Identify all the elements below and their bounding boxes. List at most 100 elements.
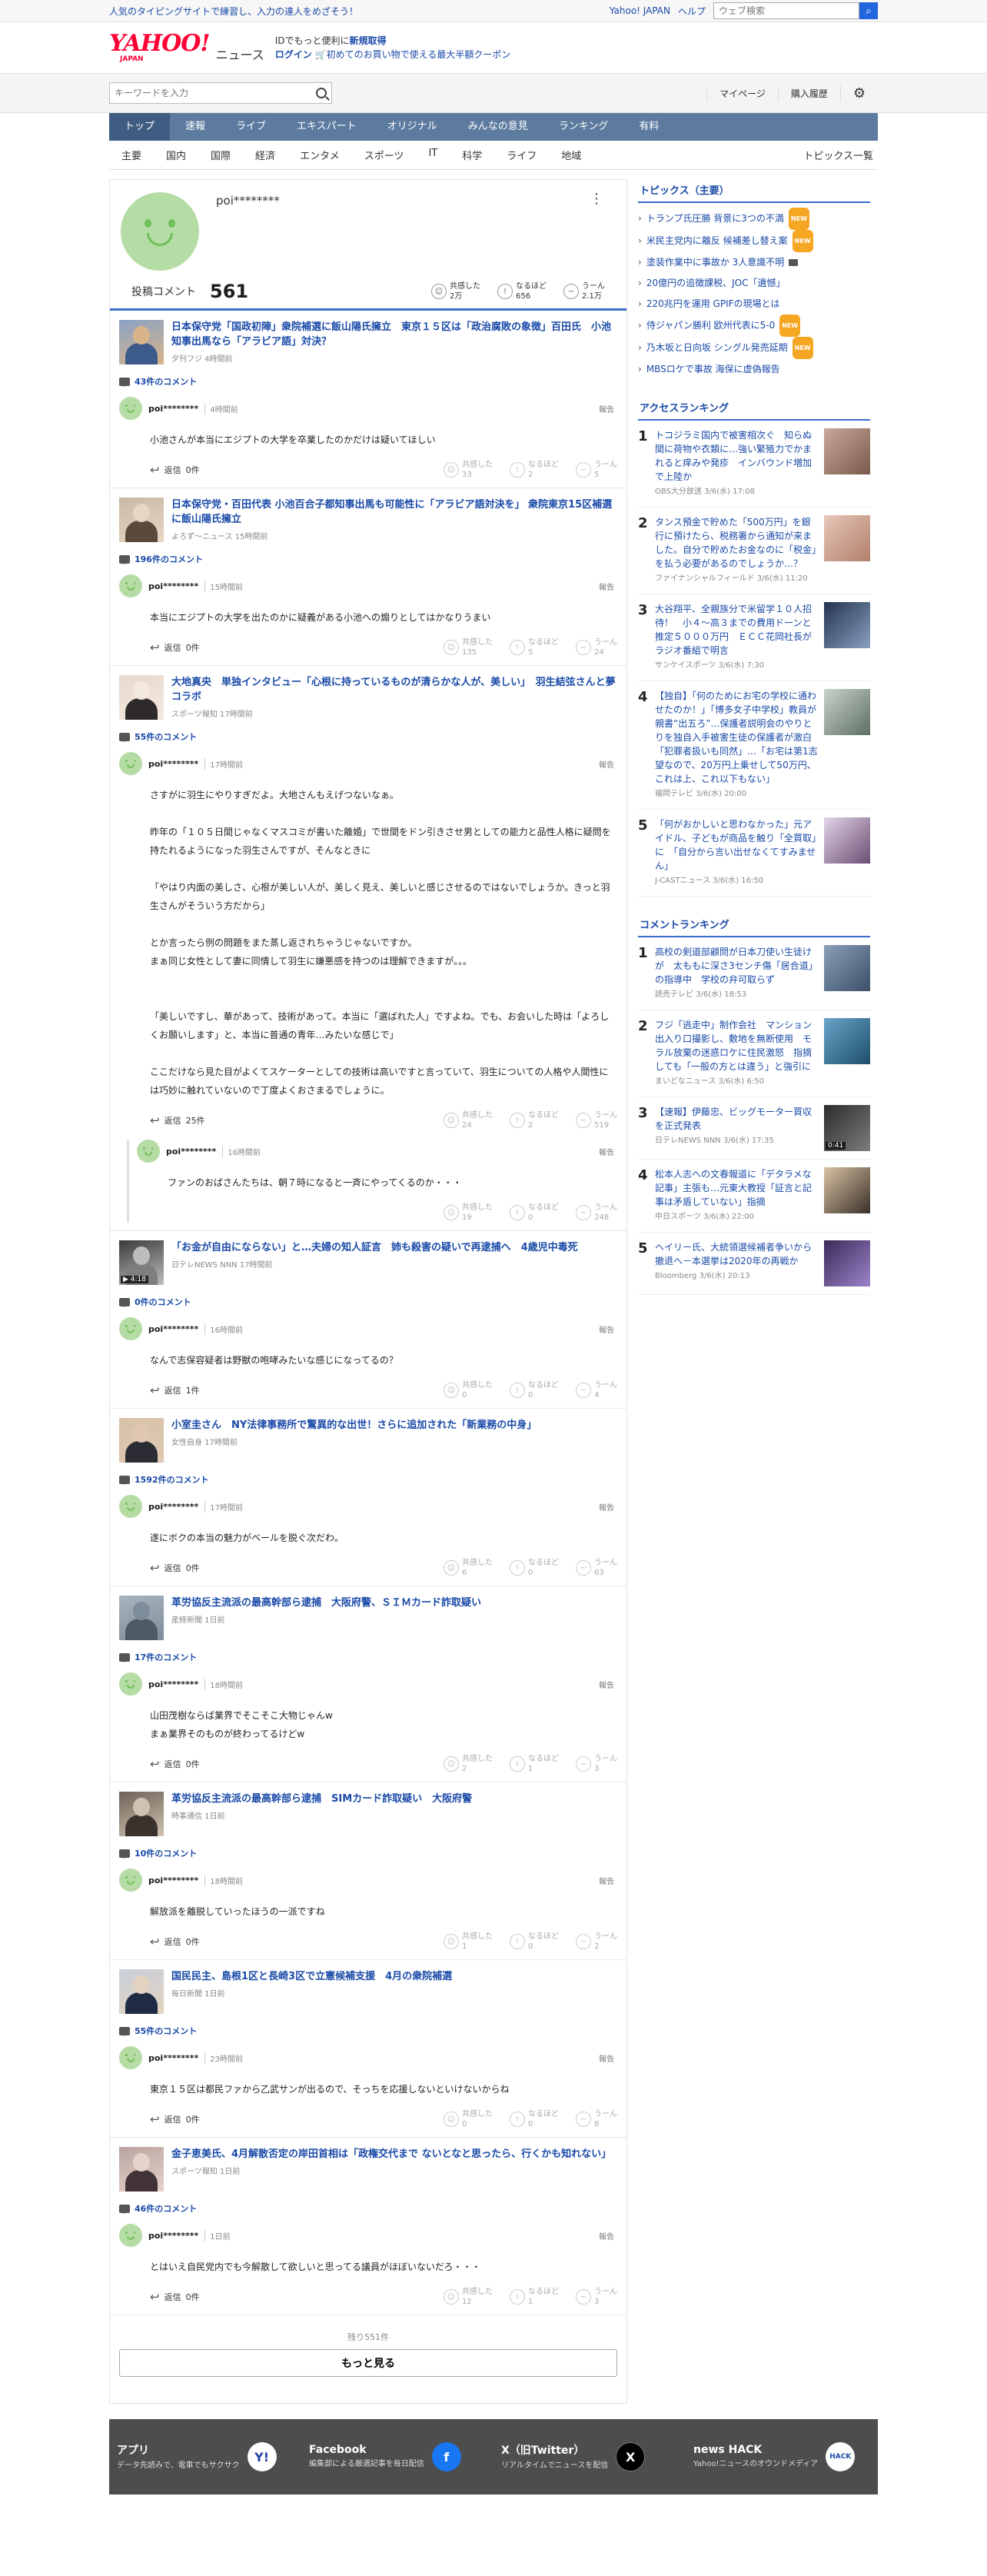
reply-button[interactable]: ↩ 返信 0件 [150, 1561, 200, 1575]
comment-count-link[interactable]: 46件のコメント [119, 2202, 617, 2215]
ranking-thumbnail[interactable] [824, 602, 870, 648]
ranking-title[interactable]: フジ「逃走中」制作会社 マンション出入り口撮影し、敷地を無断使用 モラル放棄の迷… [655, 1018, 818, 1073]
yahoo-news-logo[interactable]: YAHOO! JAPAN ニュース [109, 32, 264, 64]
web-search-input[interactable] [713, 2, 859, 19]
keyword-input[interactable] [115, 88, 316, 98]
ranking-item[interactable]: 5 ヘイリー氏、大統領選候補者争いから撤退へ－本選挙は2020年の再戦か Bloom… [638, 1233, 870, 1295]
comment-count-link[interactable]: 10件のコメント [119, 1847, 617, 1859]
topics-list-link[interactable]: トピックス一覧 [803, 148, 878, 162]
article-link[interactable]: 日本保守党・百田代表 小池百合子都知事出馬も可能性に「アラビア語対決を」 衆院東… [119, 498, 617, 542]
reply-button[interactable]: ↩ 返信 1件 [150, 1383, 200, 1397]
ranking-title[interactable]: 【独自】「何のためにお宅の学校に通わせたのか！」「博多女子中学校」教員が親書“出… [655, 689, 818, 786]
naruhodo-button[interactable]: ! なるほど 1 [510, 1754, 559, 1774]
subnav-item[interactable]: 経済 [243, 148, 287, 162]
article-link[interactable]: 革労協反主流派の最高幹部ら逮捕 大阪府警、ＳＩＭカード詐取疑い 産経新聞 1日前 [119, 1596, 617, 1640]
purchase-history-link[interactable]: 購入履歴 [777, 86, 840, 100]
report-link[interactable]: 報告 [599, 1875, 614, 1886]
empathy-button[interactable]: ☺ 共感した 135 [444, 637, 493, 657]
topic-link[interactable]: 20億円の追徴課税、JOC「遺憾」 [638, 273, 870, 294]
ranking-item[interactable]: 1 高校の剣道部顧問が日本刀使い生徒けが 太ももに深さ3センチ傷「居合道」の指導中… [638, 937, 870, 1010]
ranking-title[interactable]: 松本人志への文春報道に「デタラメな記事」主張も…元東大教授「証言と記事は矛盾して… [655, 1167, 818, 1209]
comment-username[interactable]: poi******** [148, 404, 198, 414]
article-title[interactable]: 大地真央 単独インタビュー「心根に持っているものが清らかな人が、美しい」 羽生結… [171, 675, 617, 704]
more-menu-icon[interactable]: ⋮ [590, 191, 603, 207]
ranking-thumbnail[interactable] [824, 1018, 870, 1064]
article-thumbnail[interactable] [119, 1792, 164, 1836]
hmm-button[interactable]: ~ うーん 8 [576, 2109, 617, 2129]
naruhodo-button[interactable]: ! なるほど 0 [510, 1203, 559, 1223]
subnav-item[interactable]: IT [416, 148, 450, 162]
report-link[interactable]: 報告 [599, 758, 614, 770]
ranking-item[interactable]: 4 松本人志への文春報道に「デタラメな記事」主張も…元東大教授「証言と記事は矛盾し… [638, 1160, 870, 1233]
load-more-button[interactable]: もっと見る [119, 2349, 617, 2377]
empathy-button[interactable]: ☺ 共感した 6 [444, 1558, 493, 1578]
empathy-button[interactable]: ☺ 共感した 12 [444, 2287, 493, 2307]
article-title[interactable]: 「お金が自由にならない」と…夫婦の知人証言 姉も殺害の疑いで再逮捕へ 4歳児中毒… [171, 1240, 578, 1255]
ranking-thumbnail[interactable] [824, 515, 870, 561]
mypage-link[interactable]: マイページ [706, 86, 778, 100]
web-search-button[interactable]: ⌕ [859, 2, 878, 19]
article-title[interactable]: 国民民主、島根1区と長崎3区で立憲候補支援 4月の衆院補選 [171, 1969, 452, 1984]
footer-link[interactable]: Facebook 編集部による厳選記事を毎日配信 f [309, 2442, 486, 2471]
ranking-item[interactable]: 4 【独自】「何のためにお宅の学校に通わせたのか！」「博多女子中学校」教員が親書“… [638, 681, 870, 810]
gnav-item[interactable]: ランキング [543, 113, 624, 141]
reply-button[interactable]: ↩ 返信 0件 [150, 463, 200, 477]
hmm-button[interactable]: ~ うーん 3 [576, 1754, 617, 1774]
topic-link[interactable]: トランプ氏圧勝 背景に3つの不満 NEW [638, 208, 870, 230]
topic-link[interactable]: 乃木坂と日向坂 シングル発売延期 NEW [638, 337, 870, 359]
ranking-item[interactable]: 2 タンス預金で貯めた「500万円」を銀行に預けたら、税務署から通知が来ました。自… [638, 508, 870, 594]
comment-username[interactable]: poi******** [166, 1147, 216, 1157]
subnav-item[interactable]: 国際 [198, 148, 243, 162]
gnav-item[interactable]: みんなの意見 [453, 113, 543, 141]
gnav-item[interactable]: 速報 [170, 113, 221, 141]
article-link[interactable]: 革労協反主流派の最高幹部ら逮捕 SIMカード詐取疑い 大阪府警 時事通信 1日前 [119, 1792, 617, 1836]
report-link[interactable]: 報告 [599, 2052, 614, 2064]
subnav-item[interactable]: エンタメ [287, 148, 352, 162]
empathy-button[interactable]: ☺ 共感した 1 [444, 1932, 493, 1952]
subnav-item[interactable]: 主要 [109, 148, 154, 162]
naruhodo-button[interactable]: ! なるほど 0 [510, 1932, 559, 1952]
ranking-title[interactable]: 高校の剣道部顧問が日本刀使い生徒けが 太ももに深さ3センチ傷「居合道」の指導中 … [655, 945, 818, 987]
empathy-button[interactable]: ☺ 共感した 0 [444, 1380, 493, 1400]
footer-link[interactable]: X（旧Twitter） リアルタイムでニュースを配信 X [501, 2442, 678, 2471]
comment-count-link[interactable]: 43件のコメント [119, 375, 617, 388]
reply-button[interactable]: ↩ 返信 25件 [150, 1113, 205, 1127]
article-thumbnail[interactable] [119, 320, 164, 364]
report-link[interactable]: 報告 [599, 1501, 614, 1513]
article-link[interactable]: ▶ 4:18 「お金が自由にならない」と…夫婦の知人証言 姉も殺害の疑いで再逮捕へ… [119, 1240, 617, 1285]
gnav-item[interactable]: トップ [109, 113, 171, 141]
ranking-thumbnail[interactable] [824, 689, 870, 735]
ranking-item[interactable]: 3 【速報】伊藤忠、ビッグモーター買収を正式発表 日テレNEWS NNN 3/6(水… [638, 1097, 870, 1160]
article-thumbnail[interactable] [119, 1596, 164, 1640]
gnav-item[interactable]: 有料 [623, 113, 674, 141]
hmm-button[interactable]: ~ うーん 4 [576, 1380, 617, 1400]
report-link[interactable]: 報告 [599, 1146, 614, 1157]
report-link[interactable]: 報告 [599, 2230, 614, 2242]
login-link[interactable]: ログイン [275, 49, 312, 60]
ranking-title[interactable]: タンス預金で貯めた「500万円」を銀行に預けたら、税務署から通知が来ました。自分… [655, 515, 818, 571]
ranking-item[interactable]: 1 トコジラミ国内で被害相次ぐ 知らぬ間に荷物や衣類に…強い繁殖力でかまれると痒み… [638, 421, 870, 508]
topic-link[interactable]: 米民主党内に離反 候補差し替え案 NEW [638, 230, 870, 252]
comment-count-link[interactable]: 0件のコメント [119, 1296, 617, 1308]
comment-username[interactable]: poi******** [148, 2231, 198, 2241]
ranking-thumbnail[interactable] [824, 428, 870, 474]
article-title[interactable]: 革労協反主流派の最高幹部ら逮捕 SIMカード詐取疑い 大阪府警 [171, 1792, 472, 1806]
reply-button[interactable]: ↩ 返信 0件 [150, 641, 200, 654]
comment-count-link[interactable]: 196件のコメント [119, 553, 617, 565]
article-title[interactable]: 革労協反主流派の最高幹部ら逮捕 大阪府警、ＳＩＭカード詐取疑い [171, 1596, 481, 1610]
help-link[interactable]: ヘルプ [678, 5, 706, 18]
coupon-link[interactable]: 初めてのお買い物で使える最大半額クーポン [327, 49, 511, 60]
ranking-thumbnail[interactable] [824, 1240, 870, 1286]
ranking-title[interactable]: 「何がおかしいと思わなかった」元アイドル、子どもが商品を触り「全買取」に 「自分… [655, 817, 818, 873]
naruhodo-button[interactable]: ! なるほど 0 [510, 1558, 559, 1578]
ranking-item[interactable]: 2 フジ「逃走中」制作会社 マンション出入り口撮影し、敷地を無断使用 モラル放棄の… [638, 1010, 870, 1097]
article-thumbnail[interactable] [119, 2147, 164, 2192]
article-thumbnail[interactable] [119, 498, 164, 542]
article-link[interactable]: 小室圭さん NY法律事務所で驚異的な出世！さらに追加された「新業務の中身」 女性自… [119, 1418, 617, 1463]
article-link[interactable]: 国民民主、島根1区と長崎3区で立憲候補支援 4月の衆院補選 毎日新聞 1日前 [119, 1969, 617, 2014]
naruhodo-button[interactable]: ! なるほど 0 [510, 2109, 559, 2129]
ranking-thumbnail[interactable]: 0:41 [824, 1105, 870, 1151]
comment-username[interactable]: poi******** [148, 1502, 198, 1512]
footer-link[interactable]: news HACK Yahoo!ニュースのオウンドメディア HACK [693, 2442, 870, 2471]
comment-username[interactable]: poi******** [148, 1679, 198, 1689]
